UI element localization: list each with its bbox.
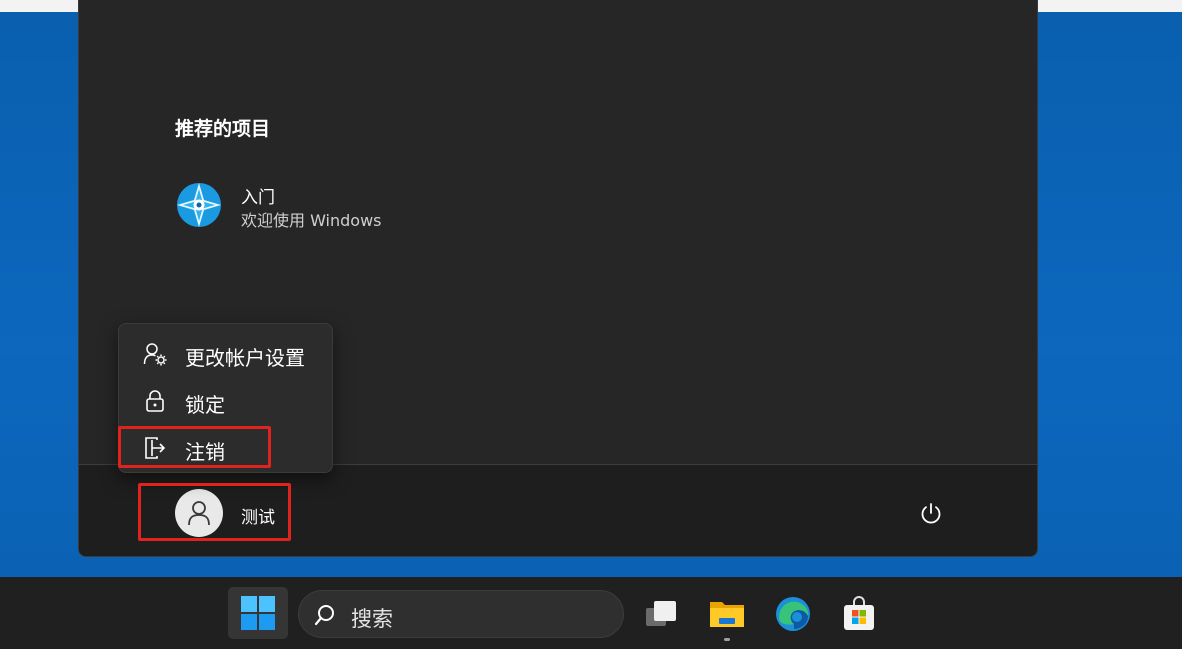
task-view-button[interactable]	[637, 590, 685, 638]
recommended-item-subtitle: 欢迎使用 Windows	[241, 211, 382, 230]
start-button[interactable]	[228, 587, 288, 639]
menu-item-label: 更改帐户设置	[185, 346, 305, 370]
account-settings-icon	[143, 342, 167, 366]
edge-button[interactable]	[769, 590, 817, 638]
power-button[interactable]	[913, 496, 949, 532]
running-indicator	[724, 638, 730, 641]
menu-item-label: 锁定	[185, 393, 225, 417]
recommended-item-name: 入门	[241, 188, 275, 208]
menu-item-label: 注销	[185, 440, 225, 464]
menu-item-sign-out[interactable]: 注销	[125, 427, 325, 467]
user-avatar-icon	[175, 489, 223, 537]
user-name: 测试	[241, 508, 275, 528]
store-button[interactable]	[835, 590, 883, 638]
taskbar-search-box[interactable]: 搜索	[298, 590, 624, 638]
recommended-heading: 推荐的项目	[175, 118, 271, 140]
account-context-menu: 更改帐户设置 锁定 注销	[118, 323, 333, 473]
taskbar: 搜索	[0, 577, 1182, 649]
menu-item-lock[interactable]: 锁定	[125, 380, 325, 420]
get-started-icon	[175, 181, 223, 229]
sign-out-icon	[143, 436, 166, 459]
file-explorer-button[interactable]	[703, 590, 751, 641]
user-account-button[interactable]: 测试	[175, 489, 295, 537]
start-menu: 推荐的项目 入门 欢迎使用 Windows 测试	[78, 0, 1038, 557]
recommended-item-get-started[interactable]: 入门 欢迎使用 Windows	[175, 179, 435, 231]
lock-icon	[143, 389, 165, 412]
menu-item-change-account-settings[interactable]: 更改帐户设置	[125, 333, 325, 373]
search-placeholder: 搜索	[351, 607, 393, 631]
